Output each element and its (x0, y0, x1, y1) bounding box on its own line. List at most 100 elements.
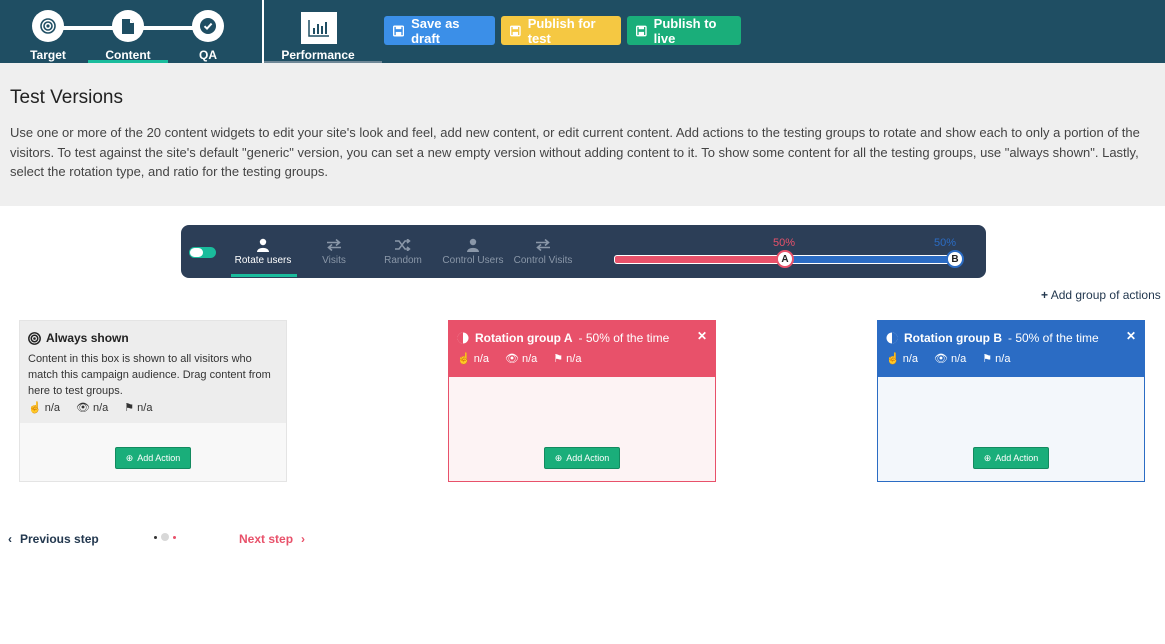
target-icon (28, 331, 41, 345)
always-shown-title: Always shown (46, 331, 129, 345)
add-action-button[interactable]: ⊕ Add Action (973, 447, 1049, 469)
step-dot-current[interactable] (161, 533, 169, 541)
chevron-right-icon: › (301, 532, 306, 546)
pointer-icon: ☝ (886, 353, 900, 365)
eye-icon: 👁 (505, 353, 519, 365)
step-content[interactable] (112, 10, 144, 42)
ratio-b-fill (785, 255, 955, 264)
bar-chart-icon (308, 20, 329, 37)
always-shown-card: Always shown Content in this box is show… (19, 320, 287, 482)
ratio-slider[interactable]: A B (614, 250, 964, 268)
previous-step-link[interactable]: ‹ Previous step (8, 532, 99, 546)
intro-section: Test Versions Use one or more of the 20 … (0, 63, 1165, 206)
rotation-toggle[interactable] (189, 247, 216, 258)
eye-icon: 👁 (76, 402, 90, 414)
group-b-header: Rotation group B - 50% of the time ✕ ☝ n/… (878, 321, 1144, 377)
ratio-b-label: 50% (934, 237, 957, 249)
group-b-title: Rotation group B (904, 331, 1002, 345)
tab-control-visits[interactable]: Control Visits (503, 235, 583, 273)
group-a-subtitle: - 50% of the time (578, 331, 670, 345)
publish-live-button[interactable]: Publish to live (627, 15, 741, 46)
stat-clicks: n/a (902, 352, 918, 365)
group-b-subtitle: - 50% of the time (1007, 331, 1099, 345)
document-icon (122, 18, 134, 34)
exchange-icon (536, 239, 550, 251)
save-draft-button[interactable]: Save as draft (384, 15, 495, 46)
close-icon[interactable]: ✕ (697, 329, 707, 343)
tab-label: Visits (322, 255, 346, 266)
toggle-knob (190, 248, 203, 257)
step-dots (154, 533, 176, 541)
tab-visits[interactable]: Visits (294, 235, 374, 273)
next-step-link[interactable]: Next step › (239, 532, 305, 546)
half-circle-icon (886, 332, 898, 344)
publish-test-label: Publish for test (527, 15, 596, 46)
add-action-button[interactable]: ⊕ Add Action (115, 447, 191, 469)
half-circle-icon (457, 332, 469, 344)
group-a-header: Rotation group A - 50% of the time ✕ ☝ n/… (449, 321, 715, 377)
stat-views: n/a (950, 352, 967, 365)
shuffle-icon (395, 239, 411, 251)
performance-button[interactable] (301, 12, 337, 44)
performance-label[interactable]: Performance (278, 48, 358, 62)
next-step-label: Next step (239, 532, 294, 546)
plus-circle-icon: ⊕ (554, 452, 563, 463)
top-bar: Target Content QA Performance Save as dr… (0, 0, 1165, 63)
tab-random[interactable]: Random (363, 235, 443, 273)
plus-circle-icon: ⊕ (983, 452, 992, 463)
step-target[interactable] (32, 10, 64, 42)
plus-icon: + (1041, 288, 1049, 302)
user-icon (257, 238, 269, 252)
step-dot[interactable] (173, 535, 176, 539)
step-label-target[interactable]: Target (8, 48, 88, 62)
step-qa[interactable] (192, 10, 224, 42)
stat-goals: n/a (137, 401, 153, 414)
stat-goals: n/a (995, 352, 1011, 365)
plus-circle-icon: ⊕ (125, 452, 134, 463)
step-dot[interactable] (154, 535, 157, 539)
handle-b[interactable]: B (946, 250, 964, 268)
rotation-bar: Rotate users Visits Random Control Users… (181, 225, 986, 278)
floppy-disk-icon (510, 25, 521, 36)
add-group-link[interactable]: + Add group of actions (1041, 288, 1161, 302)
group-b-stats: ☝ n/a 👁 n/a ⚑ n/a (886, 352, 1136, 366)
tab-label: Random (384, 255, 422, 266)
add-action-button[interactable]: ⊕ Add Action (544, 447, 620, 469)
save-draft-label: Save as draft (411, 15, 460, 46)
active-tab-underline (231, 274, 297, 277)
stat-views: n/a (92, 401, 109, 414)
handle-a[interactable]: A (776, 250, 794, 268)
floppy-disk-icon (636, 25, 647, 36)
tab-rotate-users[interactable]: Rotate users (223, 235, 303, 273)
stat-clicks: n/a (473, 352, 489, 365)
step-label-qa[interactable]: QA (168, 48, 248, 62)
page-title: Test Versions (10, 87, 123, 108)
publish-live-label: Publish to live (653, 15, 717, 46)
add-action-label: Add Action (137, 453, 181, 463)
group-a-stats: ☝ n/a 👁 n/a ⚑ n/a (457, 352, 707, 366)
exchange-icon (327, 239, 341, 251)
tab-label: Control Visits (513, 255, 573, 266)
close-icon[interactable]: ✕ (1126, 329, 1136, 343)
page-description: Use one or more of the 20 content widget… (10, 125, 1140, 179)
eye-icon: 👁 (934, 353, 948, 365)
add-group-label: Add group of actions (1050, 288, 1161, 302)
topbar-divider (262, 0, 264, 63)
rotation-group-b-card: Rotation group B - 50% of the time ✕ ☝ n/… (877, 320, 1145, 482)
target-icon (40, 18, 56, 34)
pointer-icon: ☝ (457, 353, 471, 365)
group-a-title: Rotation group A (475, 331, 573, 345)
stat-clicks: n/a (44, 401, 60, 414)
chevron-left-icon: ‹ (8, 532, 12, 546)
stat-views: n/a (521, 352, 538, 365)
tab-label: Rotate users (234, 255, 292, 266)
rotation-group-a-card: Rotation group A - 50% of the time ✕ ☝ n/… (448, 320, 716, 482)
add-action-label: Add Action (995, 453, 1039, 463)
tab-control-users[interactable]: Control Users (433, 235, 513, 273)
user-icon (467, 238, 479, 252)
floppy-disk-icon (393, 24, 405, 37)
ratio-a-fill (614, 255, 785, 264)
always-shown-stats: ☝ n/a 👁 n/a ⚑ n/a (28, 401, 278, 415)
pointer-icon: ☝ (28, 402, 42, 414)
publish-test-button[interactable]: Publish for test (501, 15, 621, 46)
